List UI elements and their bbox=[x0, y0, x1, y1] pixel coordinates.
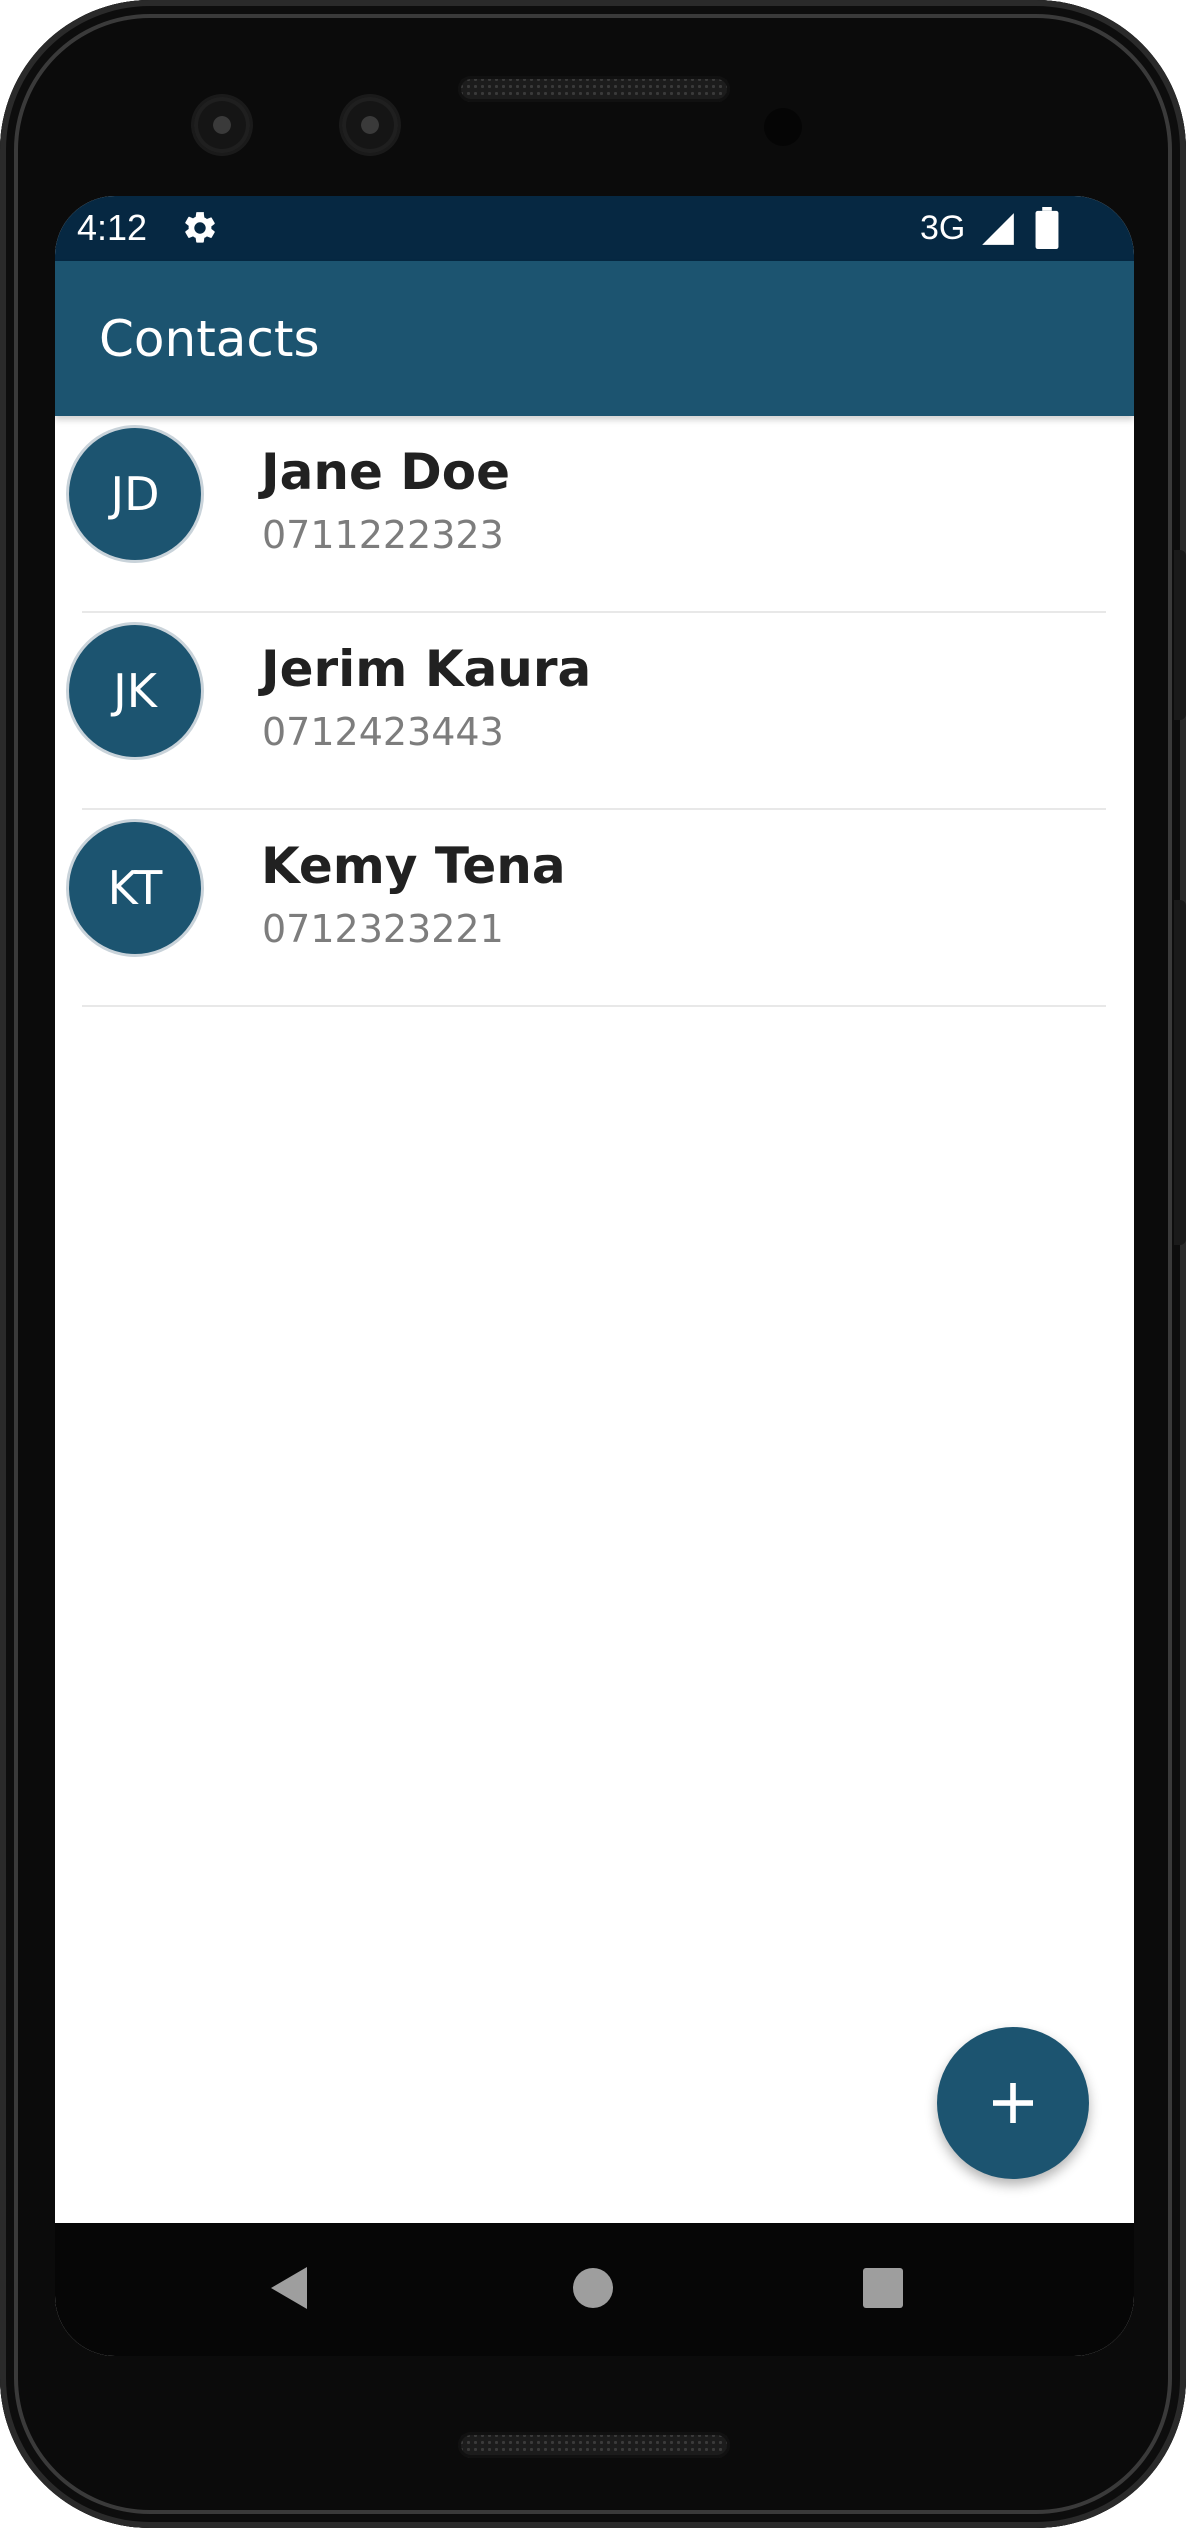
phone-frame: 4:12 3G Contacts JD Jane Doe 0711222323 bbox=[0, 0, 1186, 2528]
home-icon[interactable] bbox=[558, 2253, 628, 2323]
list-item[interactable]: JD Jane Doe 0711222323 bbox=[55, 416, 1134, 613]
volume-button bbox=[1174, 900, 1186, 1245]
contact-name: Kemy Tena bbox=[261, 837, 566, 895]
avatar: KT bbox=[69, 822, 201, 954]
battery-icon bbox=[1035, 207, 1059, 249]
avatar: JD bbox=[69, 428, 201, 560]
earpiece-speaker bbox=[458, 76, 730, 102]
bottom-speaker bbox=[458, 2432, 730, 2458]
recents-icon[interactable] bbox=[848, 2253, 918, 2323]
gear-icon bbox=[185, 212, 215, 243]
avatar: JK bbox=[69, 625, 201, 757]
screen: 4:12 3G Contacts JD Jane Doe 0711222323 bbox=[55, 196, 1134, 2356]
list-item[interactable]: KT Kemy Tena 0712323221 bbox=[55, 810, 1134, 1007]
contact-list: JD Jane Doe 0711222323 JK Jerim Kaura 07… bbox=[55, 416, 1134, 1007]
status-bar: 4:12 3G bbox=[55, 196, 1134, 261]
contact-name: Jerim Kaura bbox=[261, 640, 592, 698]
app-bar: Contacts bbox=[55, 261, 1134, 416]
network-type: 3G bbox=[920, 209, 966, 247]
navigation-bar bbox=[55, 2223, 1134, 2356]
front-camera-icon bbox=[194, 97, 250, 153]
add-contact-button[interactable] bbox=[937, 2027, 1089, 2179]
divider bbox=[82, 1005, 1106, 1007]
signal-icon bbox=[982, 213, 1014, 245]
back-icon[interactable] bbox=[255, 2253, 325, 2323]
contact-phone: 0711222323 bbox=[262, 513, 504, 557]
status-time: 4:12 bbox=[77, 207, 148, 248]
page-title: Contacts bbox=[99, 310, 320, 368]
front-camera-icon bbox=[342, 97, 398, 153]
contact-name: Jane Doe bbox=[261, 443, 511, 501]
list-item[interactable]: JK Jerim Kaura 0712423443 bbox=[55, 613, 1134, 810]
plus-icon bbox=[993, 2083, 1033, 2123]
power-button bbox=[1174, 550, 1186, 720]
contact-phone: 0712423443 bbox=[262, 710, 504, 754]
proximity-sensor bbox=[764, 108, 802, 146]
contact-phone: 0712323221 bbox=[262, 907, 504, 951]
